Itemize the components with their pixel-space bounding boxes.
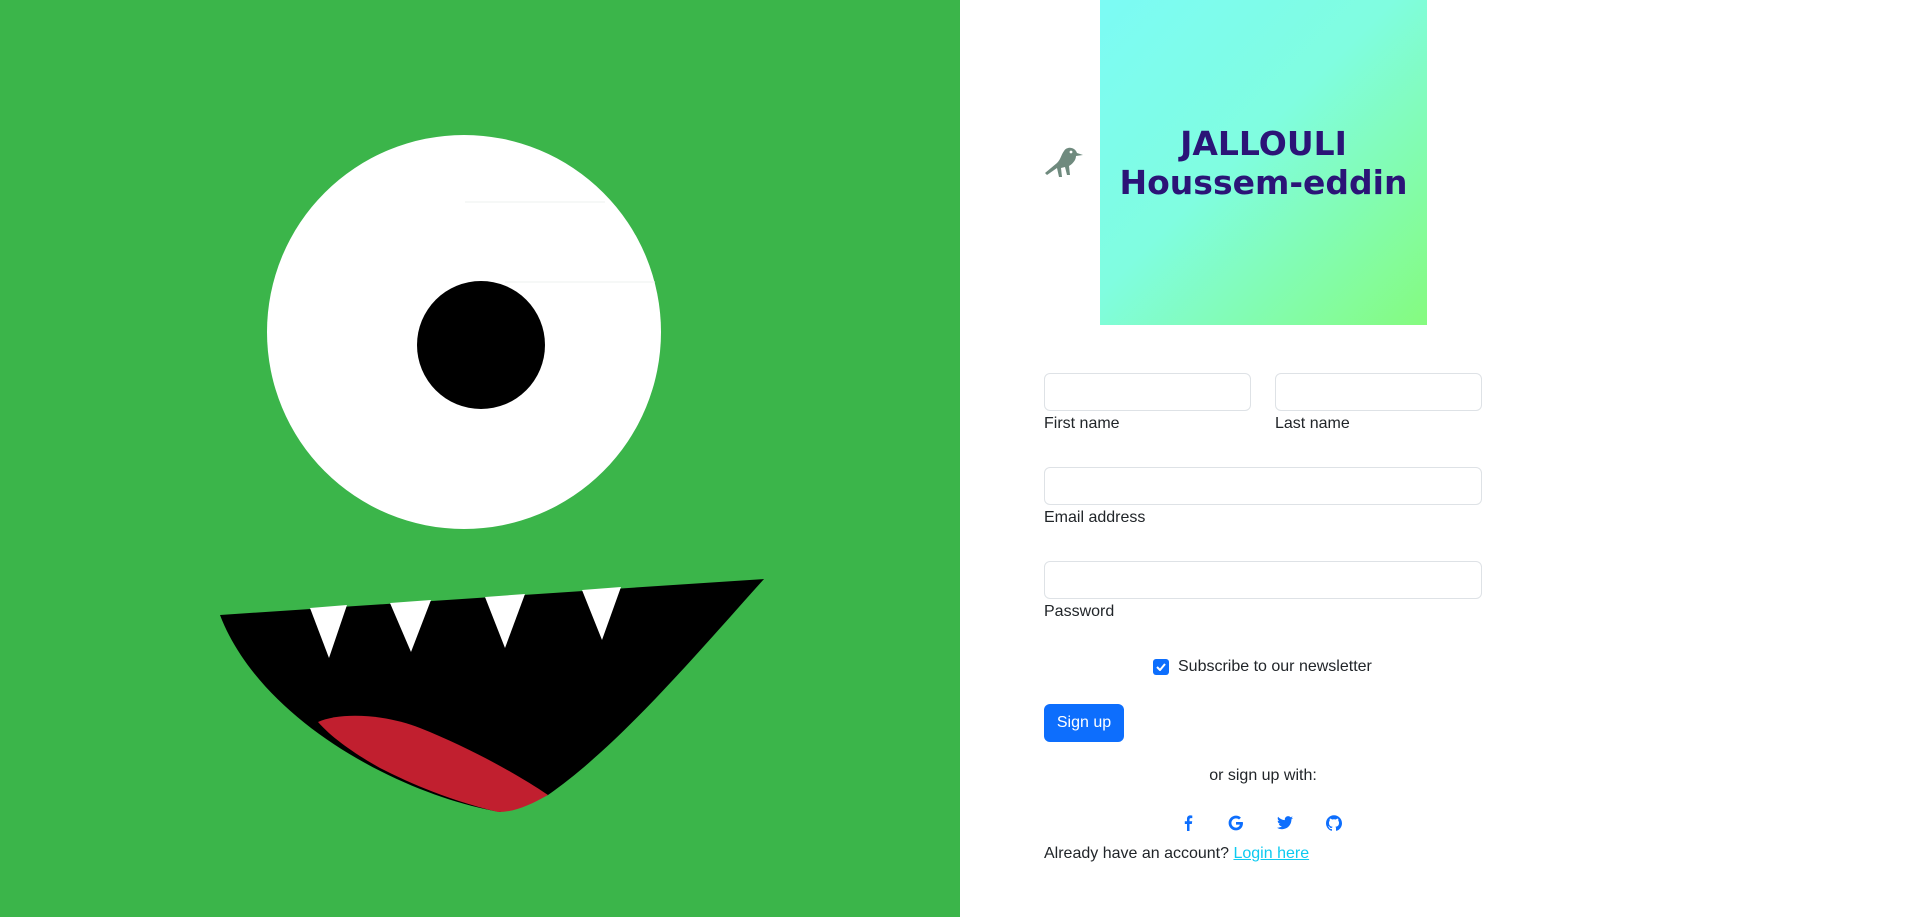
newsletter-label: Subscribe to our newsletter: [1178, 658, 1372, 675]
github-icon[interactable]: [1324, 813, 1344, 833]
monster-pupil: [417, 281, 545, 409]
newsletter-checkbox[interactable]: [1153, 659, 1169, 675]
login-prompt: Already have an account? Login here: [1044, 845, 1309, 863]
brand-name: JALLOULI Houssem-eddin: [1120, 124, 1408, 202]
login-prompt-text: Already have an account?: [1044, 845, 1230, 862]
checkmark-icon: [1156, 663, 1166, 671]
first-name-input[interactable]: [1044, 373, 1251, 411]
monster-illustration: [220, 135, 764, 812]
last-name-label: Last name: [1275, 415, 1350, 432]
brand-name-line2: Houssem-eddin: [1119, 162, 1408, 202]
brand-banner: JALLOULI Houssem-eddin: [1100, 0, 1427, 325]
password-input[interactable]: [1044, 561, 1482, 599]
password-label: Password: [1044, 603, 1115, 620]
monster-illustration-panel: [0, 0, 960, 917]
newsletter-option: Subscribe to our newsletter: [1153, 658, 1372, 676]
signup-button[interactable]: Sign up: [1044, 704, 1124, 742]
facebook-icon[interactable]: [1178, 813, 1198, 833]
google-icon[interactable]: [1226, 813, 1246, 833]
crow-icon: [1045, 147, 1083, 177]
twitter-icon[interactable]: [1275, 813, 1295, 833]
brand-name-line1: JALLOULI: [1180, 123, 1347, 163]
email-input[interactable]: [1044, 467, 1482, 505]
social-signup-prompt: or sign up with:: [1209, 767, 1317, 784]
email-label: Email address: [1044, 509, 1146, 526]
login-link[interactable]: Login here: [1233, 845, 1309, 862]
last-name-input[interactable]: [1275, 373, 1482, 411]
first-name-label: First name: [1044, 415, 1120, 432]
